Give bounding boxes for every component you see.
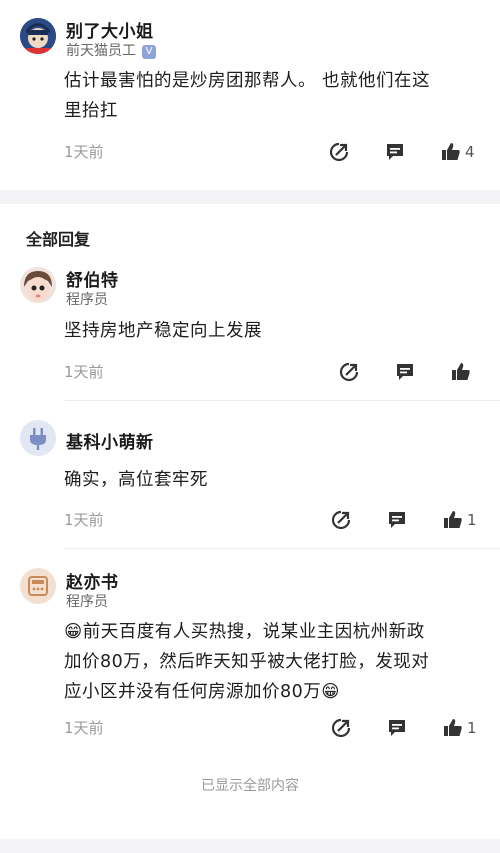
like-count: 1 bbox=[467, 719, 477, 737]
reply-text: 确实，高位套牢死 bbox=[64, 465, 208, 495]
timestamp: 1天前 bbox=[64, 719, 104, 737]
timestamp: 1天前 bbox=[64, 511, 104, 529]
comment-text: 估计最害怕的是炒房团那帮人。 也就他们在这 里抬扛 bbox=[64, 66, 430, 126]
user-name[interactable]: 赵亦书 bbox=[66, 568, 119, 593]
avatar[interactable] bbox=[20, 420, 56, 456]
comment-icon[interactable] bbox=[386, 509, 408, 531]
divider bbox=[65, 400, 500, 401]
share-icon[interactable] bbox=[338, 361, 360, 383]
avatar[interactable] bbox=[20, 267, 56, 303]
user-name[interactable]: 基科小萌新 bbox=[66, 428, 154, 453]
divider bbox=[65, 548, 500, 549]
like-count: 1 bbox=[467, 511, 477, 529]
bottom-separator bbox=[0, 839, 500, 853]
avatar[interactable] bbox=[20, 18, 56, 54]
user-name[interactable]: 别了大小姐 bbox=[66, 17, 154, 42]
thumbs-up-icon[interactable] bbox=[440, 141, 462, 163]
comment-line: 里抬扛 bbox=[64, 101, 118, 121]
thumbs-up-icon[interactable] bbox=[442, 717, 464, 739]
user-role: 程序员 bbox=[66, 594, 108, 610]
like-count: 4 bbox=[465, 143, 475, 161]
comment-icon[interactable] bbox=[394, 361, 416, 383]
reply-line: 😁前天百度有人买热搜，说某业主因杭州新政 bbox=[64, 622, 425, 642]
avatar[interactable] bbox=[20, 568, 56, 604]
section-separator bbox=[0, 190, 500, 204]
thumbs-up-icon[interactable] bbox=[442, 509, 464, 531]
timestamp: 1天前 bbox=[64, 363, 104, 381]
section-title: 全部回复 bbox=[26, 230, 91, 249]
reply-text: 坚持房地产稳定向上发展 bbox=[64, 316, 262, 346]
reply-line: 应小区并没有任何房源加价80万😁 bbox=[64, 682, 341, 702]
verified-icon: V bbox=[142, 44, 156, 59]
comment-icon[interactable] bbox=[386, 717, 408, 739]
comment-icon[interactable] bbox=[384, 141, 406, 163]
comment-line: 估计最害怕的是炒房团那帮人。 也就他们在这 bbox=[64, 71, 431, 91]
end-of-list-text: 已显示全部内容 bbox=[201, 778, 299, 794]
thumbs-up-icon[interactable] bbox=[450, 361, 472, 383]
user-role: 前天猫员工 V bbox=[66, 40, 156, 60]
reply-line: 坚持房地产稳定向上发展 bbox=[64, 321, 262, 341]
reply-line: 加价80万，然后昨天知乎被大佬打脸，发现对 bbox=[64, 652, 430, 672]
reply-line: 确实，高位套牢死 bbox=[64, 470, 208, 490]
share-icon[interactable] bbox=[330, 717, 352, 739]
user-name[interactable]: 舒伯特 bbox=[66, 266, 119, 291]
timestamp: 1天前 bbox=[64, 143, 104, 161]
reply-text: 😁前天百度有人买热搜，说某业主因杭州新政 加价80万，然后昨天知乎被大佬打脸，发… bbox=[64, 617, 429, 707]
role-label: 前天猫员工 bbox=[66, 43, 136, 59]
share-icon[interactable] bbox=[328, 141, 350, 163]
share-icon[interactable] bbox=[330, 509, 352, 531]
user-role: 程序员 bbox=[66, 292, 108, 308]
